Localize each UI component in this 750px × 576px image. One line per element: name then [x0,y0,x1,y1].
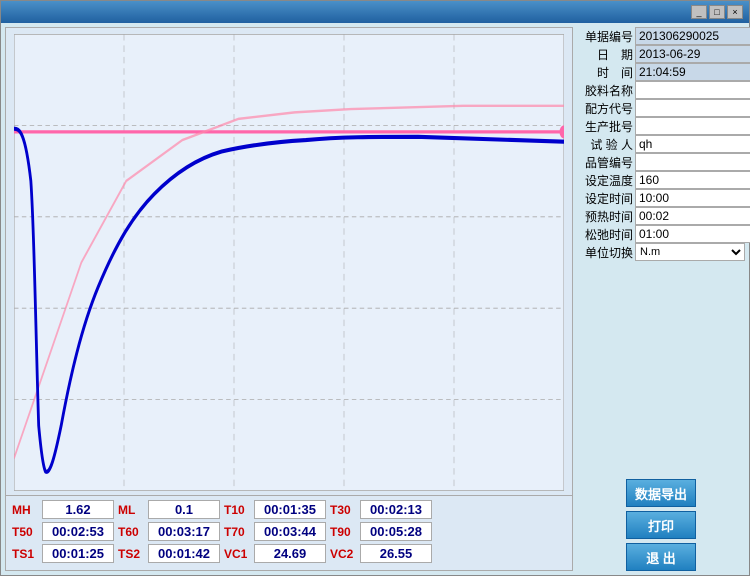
form-label-7: 品管编号 [577,154,633,171]
form-label-6: 试 验 人 [577,136,633,153]
right-panel: 单据编号日 期时 间胶料名称配方代号生产批号试 验 人品管编号设定温度设定时间预… [577,27,745,571]
data-value-0-0: 1.62 [42,500,114,519]
data-label-2-0: TS1 [12,547,40,561]
form-input-1 [635,45,750,63]
title-bar: _ □ × [1,1,749,23]
data-cell-0-1: ML0.1 [118,500,220,519]
data-value-1-3: 00:05:28 [360,522,432,541]
data-cell-1-0: T5000:02:53 [12,522,114,541]
data-cell-0-3: T3000:02:13 [330,500,432,519]
data-label-1-0: T50 [12,525,40,539]
data-cell-2-0: TS100:01:25 [12,544,114,563]
data-cell-0-2: T1000:01:35 [224,500,326,519]
data-label-2-1: TS2 [118,547,146,561]
form-input-2 [635,63,750,81]
data-label-0-0: MH [12,503,40,517]
data-value-1-2: 00:03:44 [254,522,326,541]
data-table-row-1: T5000:02:53T6000:03:17T7000:03:44T9000:0… [12,522,566,541]
form-select-12[interactable]: N.m [635,243,745,261]
form-label-9: 设定时间 [577,190,633,207]
data-cell-1-3: T9000:05:28 [330,522,432,541]
data-value-1-1: 00:03:17 [148,522,220,541]
data-table-row-2: TS100:01:25TS200:01:42VC124.69VC226.55 [12,544,566,563]
minimize-button[interactable]: _ [691,5,707,19]
form-row-11: 松弛时间 [577,225,745,243]
data-value-1-0: 00:02:53 [42,522,114,541]
form-label-5: 生产批号 [577,118,633,135]
form-input-7[interactable] [635,153,750,171]
form-label-11: 松弛时间 [577,226,633,243]
data-label-1-2: T70 [224,525,252,539]
data-cell-1-1: T6000:03:17 [118,522,220,541]
form-label-4: 配方代号 [577,100,633,117]
form-row-5: 生产批号 [577,117,745,135]
chart-svg: 2.5 2.0 1.5 1.0 0.5 195 156 117 78 39 00… [14,34,564,491]
form-row-12: 单位切换N.m [577,243,745,261]
form-label-12: 单位切换 [577,244,633,261]
form-row-9: 设定时间 [577,189,745,207]
data-label-0-3: T30 [330,503,358,517]
form-label-8: 设定温度 [577,172,633,189]
data-label-0-1: ML [118,503,146,517]
maximize-button[interactable]: □ [709,5,725,19]
btn-row-1: 打印 [577,511,745,539]
data-label-2-3: VC2 [330,547,358,561]
data-label-1-3: T90 [330,525,358,539]
chart-wrapper: 2.5 2.0 1.5 1.0 0.5 195 156 117 78 39 00… [14,34,564,491]
form-label-1: 日 期 [577,46,633,63]
form-row-2: 时 间 [577,63,745,81]
action-button-1[interactable]: 打印 [626,511,696,539]
window-controls: _ □ × [691,5,743,19]
form-row-0: 单据编号 [577,27,745,45]
data-table-row-0: MH1.62ML0.1T1000:01:35T3000:02:13 [12,500,566,519]
action-button-2[interactable]: 退 出 [626,543,696,571]
btn-row-0: 数据导出 [577,479,745,507]
data-cell-2-3: VC226.55 [330,544,432,563]
form-input-8[interactable] [635,171,750,189]
data-cell-2-1: TS200:01:42 [118,544,220,563]
action-button-0[interactable]: 数据导出 [626,479,696,507]
data-value-2-0: 00:01:25 [42,544,114,563]
data-cell-0-0: MH1.62 [12,500,114,519]
form-input-6[interactable] [635,135,750,153]
form-row-6: 试 验 人 [577,135,745,153]
form-row-4: 配方代号 [577,99,745,117]
data-value-2-3: 26.55 [360,544,432,563]
data-cell-2-2: VC124.69 [224,544,326,563]
form-label-0: 单据编号 [577,28,633,45]
data-value-0-1: 0.1 [148,500,220,519]
data-table: MH1.62ML0.1T1000:01:35T3000:02:13T5000:0… [6,495,572,570]
btn-row-2: 退 出 [577,543,745,571]
form-label-3: 胶料名称 [577,82,633,99]
form-label-10: 预热时间 [577,208,633,225]
form-row-7: 品管编号 [577,153,745,171]
form-input-3[interactable] [635,81,750,99]
data-value-0-2: 00:01:35 [254,500,326,519]
form-row-1: 日 期 [577,45,745,63]
main-window: _ □ × [0,0,750,576]
form-input-5[interactable] [635,117,750,135]
data-value-2-1: 00:01:42 [148,544,220,563]
data-label-0-2: T10 [224,503,252,517]
data-value-0-3: 00:02:13 [360,500,432,519]
main-content: 2.5 2.0 1.5 1.0 0.5 195 156 117 78 39 00… [1,23,749,575]
data-cell-1-2: T7000:03:44 [224,522,326,541]
form-row-10: 预热时间 [577,207,745,225]
form-input-0 [635,27,750,45]
data-value-2-2: 24.69 [254,544,326,563]
form-label-2: 时 间 [577,64,633,81]
form-input-9[interactable] [635,189,750,207]
form-input-10[interactable] [635,207,750,225]
form-row-3: 胶料名称 [577,81,745,99]
form-row-8: 设定温度 [577,171,745,189]
chart-area: 2.5 2.0 1.5 1.0 0.5 195 156 117 78 39 00… [5,27,573,571]
data-label-2-2: VC1 [224,547,252,561]
data-label-1-1: T60 [118,525,146,539]
form-input-4[interactable] [635,99,750,117]
close-button[interactable]: × [727,5,743,19]
form-input-11[interactable] [635,225,750,243]
